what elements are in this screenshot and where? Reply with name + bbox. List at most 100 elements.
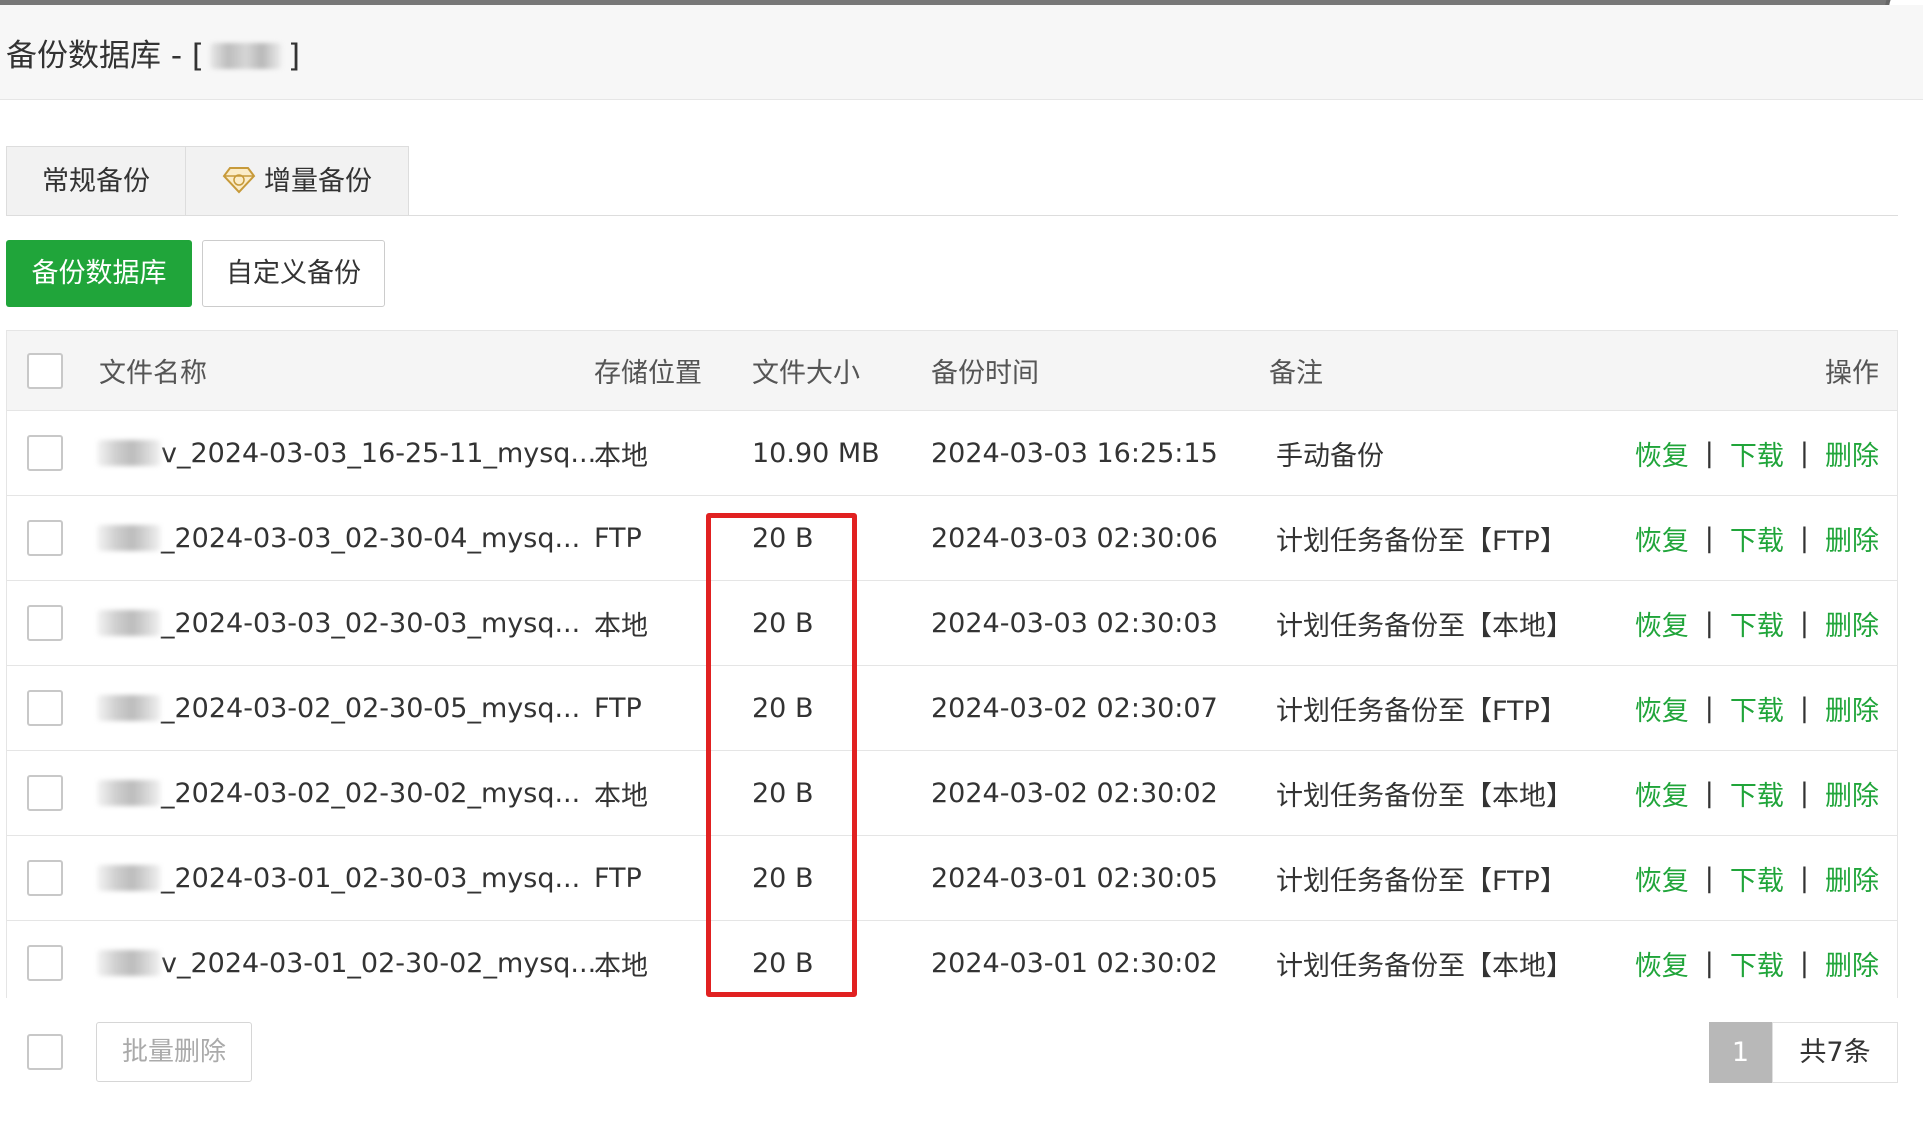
- size-cell: 10.90 MB: [752, 437, 880, 469]
- time-cell: 2024-03-03 16:25:15: [931, 437, 1218, 469]
- delete-link[interactable]: 删除: [1825, 944, 1879, 983]
- ops-separator: |: [1704, 862, 1714, 894]
- size-cell: 20 B: [752, 777, 814, 809]
- storage-cell: 本地: [594, 950, 648, 982]
- note-cell: 计划任务备份至【本地】: [1276, 780, 1573, 812]
- header-backup-time: 备份时间: [931, 358, 1039, 389]
- download-link[interactable]: 下载: [1730, 774, 1784, 813]
- delete-link[interactable]: 删除: [1825, 519, 1879, 558]
- tabs-divider: [6, 215, 1898, 216]
- file-name: _2024-03-03_02-30-04_mysq...: [161, 522, 581, 554]
- size-cell: 20 B: [752, 692, 814, 724]
- restore-link[interactable]: 恢复: [1635, 774, 1689, 813]
- row-checkbox[interactable]: [27, 690, 63, 726]
- time-cell: 2024-03-02 02:30:07: [931, 692, 1218, 724]
- restore-link[interactable]: 恢复: [1635, 689, 1689, 728]
- ops-separator: |: [1799, 607, 1809, 639]
- redacted-name-prefix: [97, 780, 161, 806]
- file-name-cell: v _2024-03-01_02-30-02_mysq...: [97, 921, 596, 1005]
- file-name-cell: _2024-03-02_02-30-02_mysq...: [97, 751, 580, 835]
- row-checkbox[interactable]: [27, 435, 63, 471]
- time-cell: 2024-03-03 02:30:03: [931, 607, 1218, 639]
- header-note: 备注: [1269, 358, 1323, 389]
- batch-delete-button[interactable]: 批量删除: [96, 1022, 252, 1082]
- row-checkbox[interactable]: [27, 605, 63, 641]
- time-cell: 2024-03-03 02:30:06: [931, 522, 1218, 554]
- download-link[interactable]: 下载: [1730, 434, 1784, 473]
- ops-separator: |: [1704, 692, 1714, 724]
- row-checkbox[interactable]: [27, 520, 63, 556]
- note-cell: 计划任务备份至【FTP】: [1276, 865, 1567, 897]
- title-bar: 备份数据库 - []: [0, 5, 1923, 100]
- storage-cell: 本地: [594, 780, 648, 812]
- ops-separator: |: [1704, 777, 1714, 809]
- delete-link[interactable]: 删除: [1825, 774, 1879, 813]
- download-link[interactable]: 下载: [1730, 859, 1784, 898]
- table-row: _2024-03-01_02-30-03_mysq... FTP 20 B 20…: [7, 836, 1897, 921]
- ops-cell: 恢复 | 下载 | 删除: [1635, 921, 1879, 1005]
- download-link[interactable]: 下载: [1730, 689, 1784, 728]
- time-cell: 2024-03-01 02:30:02: [931, 947, 1218, 979]
- tab-incremental-backup-label: 增量备份: [264, 166, 372, 197]
- table-header: 文件名称 存储位置 文件大小 备份时间 备注 操作: [7, 331, 1897, 411]
- dialog-title-suffix: ]: [288, 38, 301, 74]
- ops-cell: 恢复 | 下载 | 删除: [1635, 666, 1879, 750]
- select-all-checkbox[interactable]: [27, 352, 63, 389]
- table-row: _2024-03-03_02-30-04_mysq... FTP 20 B 20…: [7, 496, 1897, 581]
- ops-separator: |: [1799, 437, 1809, 469]
- file-name-cell: _2024-03-01_02-30-03_mysq...: [97, 836, 580, 920]
- file-name: _2024-03-02_02-30-05_mysq...: [161, 692, 581, 724]
- redacted-name-prefix: [97, 950, 161, 976]
- storage-cell: 本地: [594, 610, 648, 642]
- pagination-total: 共7条: [1772, 1022, 1898, 1083]
- footer-select-all-checkbox[interactable]: [27, 1034, 63, 1070]
- backup-table: 文件名称 存储位置 文件大小 备份时间 备注 操作 v _2024-03-03_1…: [6, 330, 1898, 1005]
- ops-cell: 恢复 | 下载 | 删除: [1635, 836, 1879, 920]
- file-name-cell: _2024-03-02_02-30-05_mysq...: [97, 666, 580, 750]
- delete-link[interactable]: 删除: [1825, 859, 1879, 898]
- table-row: _2024-03-03_02-30-03_mysq... 本地 20 B 202…: [7, 581, 1897, 666]
- redacted-name-prefix: [97, 440, 161, 466]
- backup-database-button[interactable]: 备份数据库: [6, 240, 192, 307]
- table-row: v _2024-03-01_02-30-02_mysq... 本地 20 B 20…: [7, 921, 1897, 1005]
- restore-link[interactable]: 恢复: [1635, 859, 1689, 898]
- ops-separator: |: [1799, 692, 1809, 724]
- note-cell: 计划任务备份至【本地】: [1276, 950, 1573, 982]
- storage-cell: FTP: [594, 692, 642, 724]
- redacted-name-prefix: [97, 695, 161, 721]
- restore-link[interactable]: 恢复: [1635, 519, 1689, 558]
- ops-separator: |: [1704, 522, 1714, 554]
- delete-link[interactable]: 删除: [1825, 604, 1879, 643]
- file-name-prefix-char: v: [161, 437, 177, 469]
- time-cell: 2024-03-02 02:30:02: [931, 777, 1218, 809]
- restore-link[interactable]: 恢复: [1635, 604, 1689, 643]
- size-cell: 20 B: [752, 607, 814, 639]
- pagination-current-page[interactable]: 1: [1709, 1022, 1772, 1083]
- restore-link[interactable]: 恢复: [1635, 434, 1689, 473]
- tab-regular-backup[interactable]: 常规备份: [6, 146, 186, 216]
- file-name: _2024-03-01_02-30-02_mysq...: [176, 947, 597, 979]
- file-name-prefix-char: v: [161, 947, 177, 979]
- download-link[interactable]: 下载: [1730, 944, 1784, 983]
- download-link[interactable]: 下载: [1730, 604, 1784, 643]
- download-link[interactable]: 下载: [1730, 519, 1784, 558]
- dialog-title: 备份数据库 - []: [6, 36, 300, 76]
- restore-link[interactable]: 恢复: [1635, 944, 1689, 983]
- note-cell: 手动备份: [1276, 440, 1384, 472]
- row-checkbox[interactable]: [27, 775, 63, 811]
- delete-link[interactable]: 删除: [1825, 689, 1879, 728]
- row-checkbox[interactable]: [27, 945, 63, 981]
- size-cell: 20 B: [752, 862, 814, 894]
- row-checkbox[interactable]: [27, 860, 63, 896]
- delete-link[interactable]: 删除: [1825, 434, 1879, 473]
- tab-incremental-backup[interactable]: 增量备份: [185, 146, 409, 216]
- ops-cell: 恢复 | 下载 | 删除: [1635, 581, 1879, 665]
- custom-backup-button[interactable]: 自定义备份: [202, 240, 385, 307]
- table-row: _2024-03-02_02-30-02_mysq... 本地 20 B 202…: [7, 751, 1897, 836]
- ops-separator: |: [1799, 522, 1809, 554]
- ops-separator: |: [1704, 607, 1714, 639]
- gem-icon: [222, 167, 256, 194]
- file-name-cell: _2024-03-03_02-30-04_mysq...: [97, 496, 580, 580]
- ops-separator: |: [1799, 947, 1809, 979]
- redacted-database-name: [210, 43, 282, 69]
